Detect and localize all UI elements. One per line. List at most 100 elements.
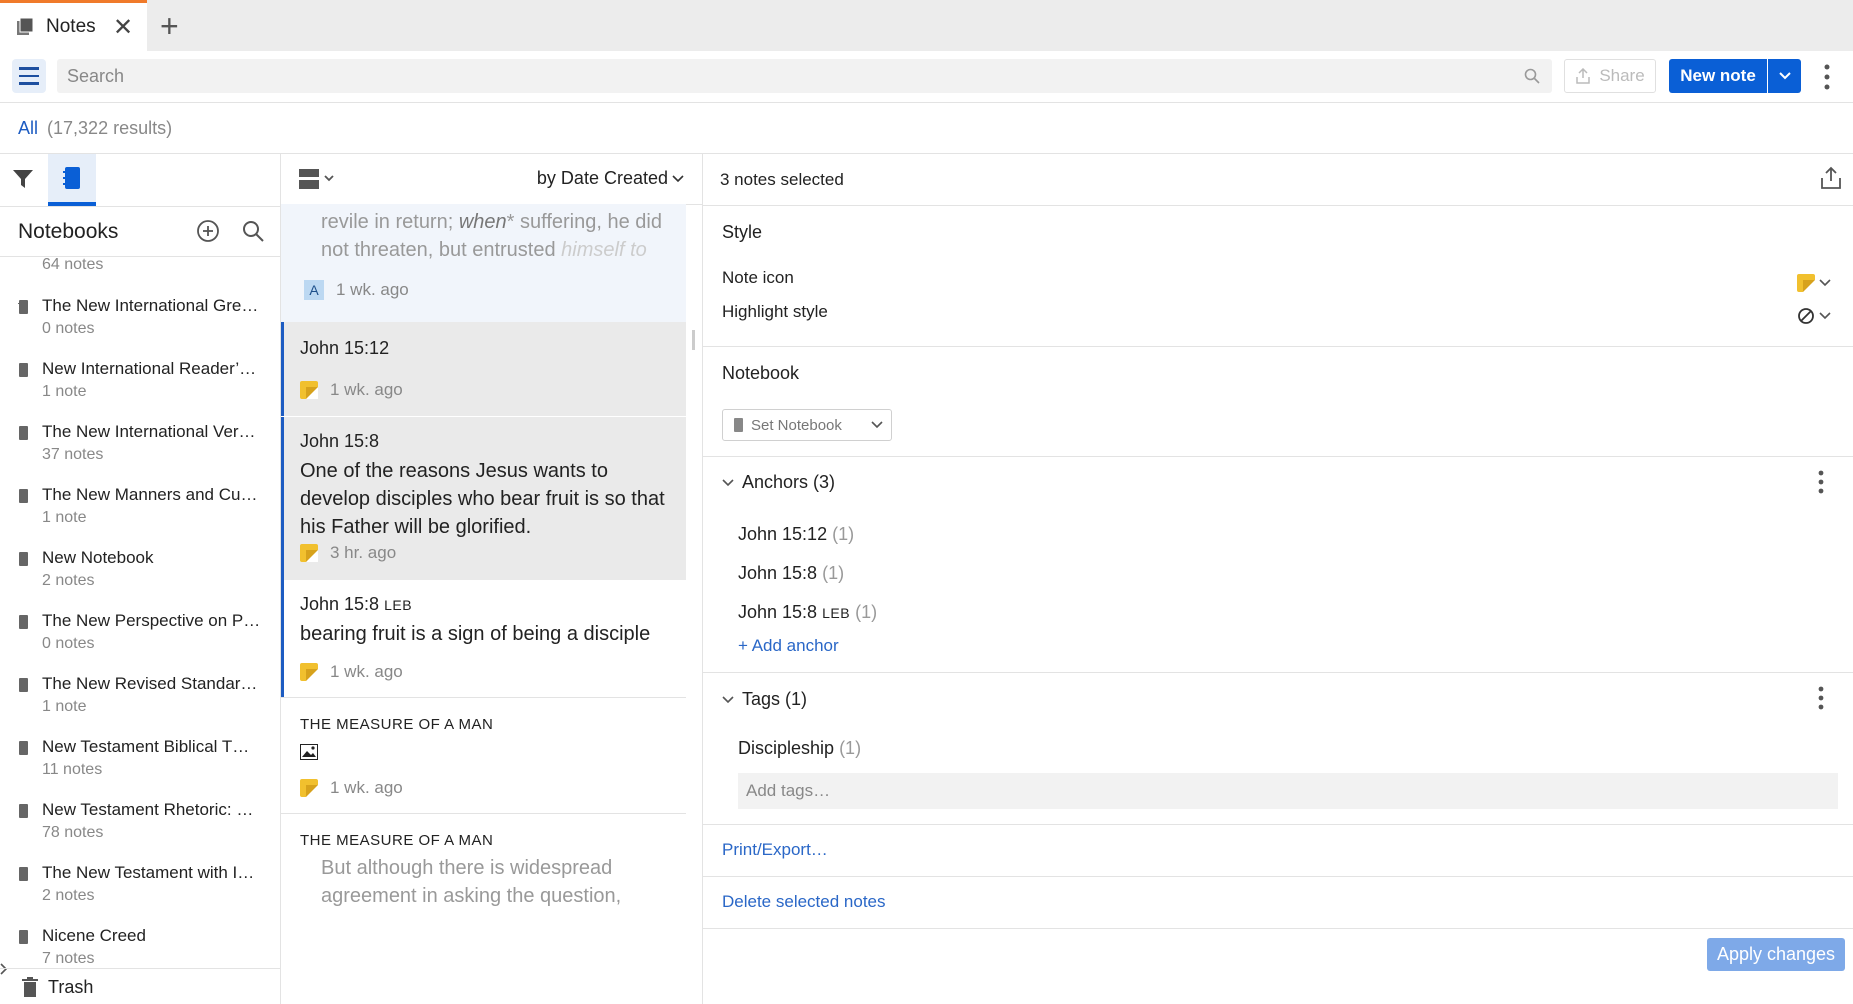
style-header: Style — [722, 222, 763, 242]
notebook-item[interactable]: New Testament Rhetoric: … 78 notes — [0, 798, 270, 861]
anchor-item[interactable]: John 15:8 (1) — [738, 563, 844, 584]
tab-title: Notes — [46, 16, 96, 37]
notebook-item[interactable]: The New Perspective on P… 0 notes — [0, 609, 270, 672]
add-tags-input[interactable] — [738, 773, 1838, 809]
print-export-link[interactable]: Print/Export… — [722, 840, 828, 860]
sort-label: by Date Created — [536, 168, 668, 188]
delete-selected-notes-link[interactable]: Delete selected notes — [722, 892, 886, 912]
toolbar: Share New note — [0, 51, 1853, 103]
anchor-item[interactable]: John 15:8 LEB (1) — [738, 602, 877, 623]
trash-item[interactable]: Trash — [0, 968, 280, 1004]
notebooks-header: Notebooks — [18, 220, 119, 243]
note-meta: 3 hr. ago — [300, 543, 396, 563]
notebook-count: 1 note — [42, 383, 87, 400]
close-tab-icon[interactable]: ✕ — [113, 13, 133, 42]
notebook-item[interactable]: New Notebook 2 notes — [0, 546, 270, 609]
tags-more-icon[interactable] — [1814, 685, 1828, 711]
notebook-item[interactable]: The New International Gre… 0 notes — [0, 294, 270, 357]
divider — [703, 672, 1853, 673]
results-summary: All (17,322 results) — [18, 118, 172, 139]
note-meta: 1 wk. ago — [300, 380, 403, 400]
highlight-style-picker[interactable] — [1797, 307, 1831, 325]
note-item[interactable]: John 15:8 One of the reasons Jesus wants… — [281, 416, 686, 580]
selection-count: 3 notes selected — [720, 170, 844, 189]
results-count: (17,322 results) — [47, 118, 173, 138]
more-options-icon[interactable] — [1820, 63, 1834, 91]
new-note-button[interactable]: New note — [1669, 59, 1767, 93]
notebook-count: 2 notes — [42, 887, 95, 904]
no-highlight-icon — [1798, 308, 1814, 324]
notebook-name: The New Testament with I… — [42, 863, 255, 882]
note-time: 3 hr. ago — [330, 543, 397, 562]
notebook-icon — [19, 678, 28, 692]
image-icon — [300, 744, 318, 760]
add-notebook-icon[interactable] — [196, 219, 220, 243]
notebook-item[interactable]: The New Testament with I… 2 notes — [0, 861, 270, 924]
anchors-section-toggle[interactable]: Anchors (3) — [722, 472, 835, 493]
apply-changes-button[interactable]: Apply changes — [1707, 938, 1845, 971]
notebook-header: Notebook — [722, 363, 800, 383]
selection-bar — [281, 322, 284, 416]
note-item[interactable]: John 15:8 LEB bearing fruit is a sign of… — [281, 580, 686, 698]
divider — [0, 206, 280, 207]
share-button[interactable]: Share — [1564, 59, 1656, 93]
search-notebooks-icon[interactable] — [241, 219, 265, 243]
notebook-item[interactable]: The New Manners and Cus… 1 note — [0, 483, 270, 546]
notes-app-icon — [17, 17, 34, 35]
notebook-count: 0 notes — [42, 635, 95, 652]
filter-all-link[interactable]: All — [18, 118, 38, 138]
notebook-count: 64 notes — [42, 256, 104, 273]
tag-item[interactable]: Discipleship (1) — [738, 738, 861, 759]
filter-icon[interactable] — [12, 168, 34, 190]
notebook-item[interactable]: New Testament Biblical T… 11 notes — [0, 735, 270, 798]
hamburger-menu-icon[interactable] — [12, 59, 46, 93]
add-tab-icon[interactable]: + — [160, 8, 179, 45]
search-icon — [1524, 68, 1540, 84]
note-item[interactable]: revile in return; when* suffering, he di… — [281, 204, 686, 322]
new-note-dropdown-button[interactable] — [1768, 59, 1801, 93]
note-title: THE MEASURE OF A MAN — [300, 832, 494, 849]
tab-notes[interactable]: Notes ✕ — [0, 0, 147, 51]
sticky-note-icon — [300, 779, 318, 797]
divider — [703, 346, 1853, 347]
note-item[interactable]: THE MEASURE OF A MAN 1 wk. ago — [281, 698, 686, 814]
list-header: by Date Created — [281, 154, 702, 204]
view-mode-icon[interactable] — [299, 169, 337, 189]
divider — [703, 876, 1853, 877]
tags-section-toggle[interactable]: Tags (1) — [722, 689, 807, 710]
search-box — [57, 59, 1552, 93]
notebook-item[interactable]: New International Reader’… 1 note — [0, 357, 270, 420]
notebook-item[interactable]: Nicene Creed 7 notes — [0, 924, 270, 968]
set-notebook-dropdown[interactable]: Set Notebook — [722, 409, 892, 441]
notebook-item[interactable]: The New International Ver… 37 notes — [0, 420, 270, 483]
divider — [703, 928, 1853, 929]
chevron-down-icon — [722, 478, 734, 486]
notebooks-tab[interactable] — [48, 154, 96, 206]
search-input[interactable] — [57, 59, 1552, 93]
notebook-name: New Testament Rhetoric: … — [42, 800, 254, 819]
notebook-item[interactable]: The New Revised Standar… 1 note — [0, 672, 270, 735]
chevron-down-icon — [672, 174, 684, 182]
notebook-icon — [19, 552, 28, 566]
export-icon[interactable] — [1820, 166, 1842, 190]
add-anchor-link[interactable]: + Add anchor — [738, 636, 839, 656]
note-icon-picker[interactable] — [1797, 274, 1831, 292]
scrollbar[interactable] — [692, 330, 695, 350]
add-tags-box — [738, 773, 1838, 809]
note-item[interactable]: John 15:12 1 wk. ago — [281, 322, 686, 416]
anchor-item[interactable]: John 15:12 (1) — [738, 524, 854, 545]
notebook-icon — [19, 930, 28, 944]
chevron-down-icon — [871, 421, 883, 429]
selection-bar — [281, 580, 284, 697]
anchors-header: Anchors (3) — [742, 472, 836, 492]
note-item[interactable]: THE MEASURE OF A MAN But although there … — [281, 814, 686, 1004]
note-time: 1 wk. ago — [330, 380, 403, 399]
sort-dropdown[interactable]: by Date Created — [537, 168, 684, 189]
notebook-icon — [19, 615, 28, 629]
notebook-name: The New Perspective on P… — [42, 611, 261, 630]
anchors-more-icon[interactable] — [1814, 469, 1828, 495]
note-meta: A 1 wk. ago — [304, 280, 409, 300]
note-meta: 1 wk. ago — [300, 778, 403, 798]
notebook-count: 2 notes — [42, 572, 95, 589]
chevron-down-icon — [1819, 279, 1831, 287]
